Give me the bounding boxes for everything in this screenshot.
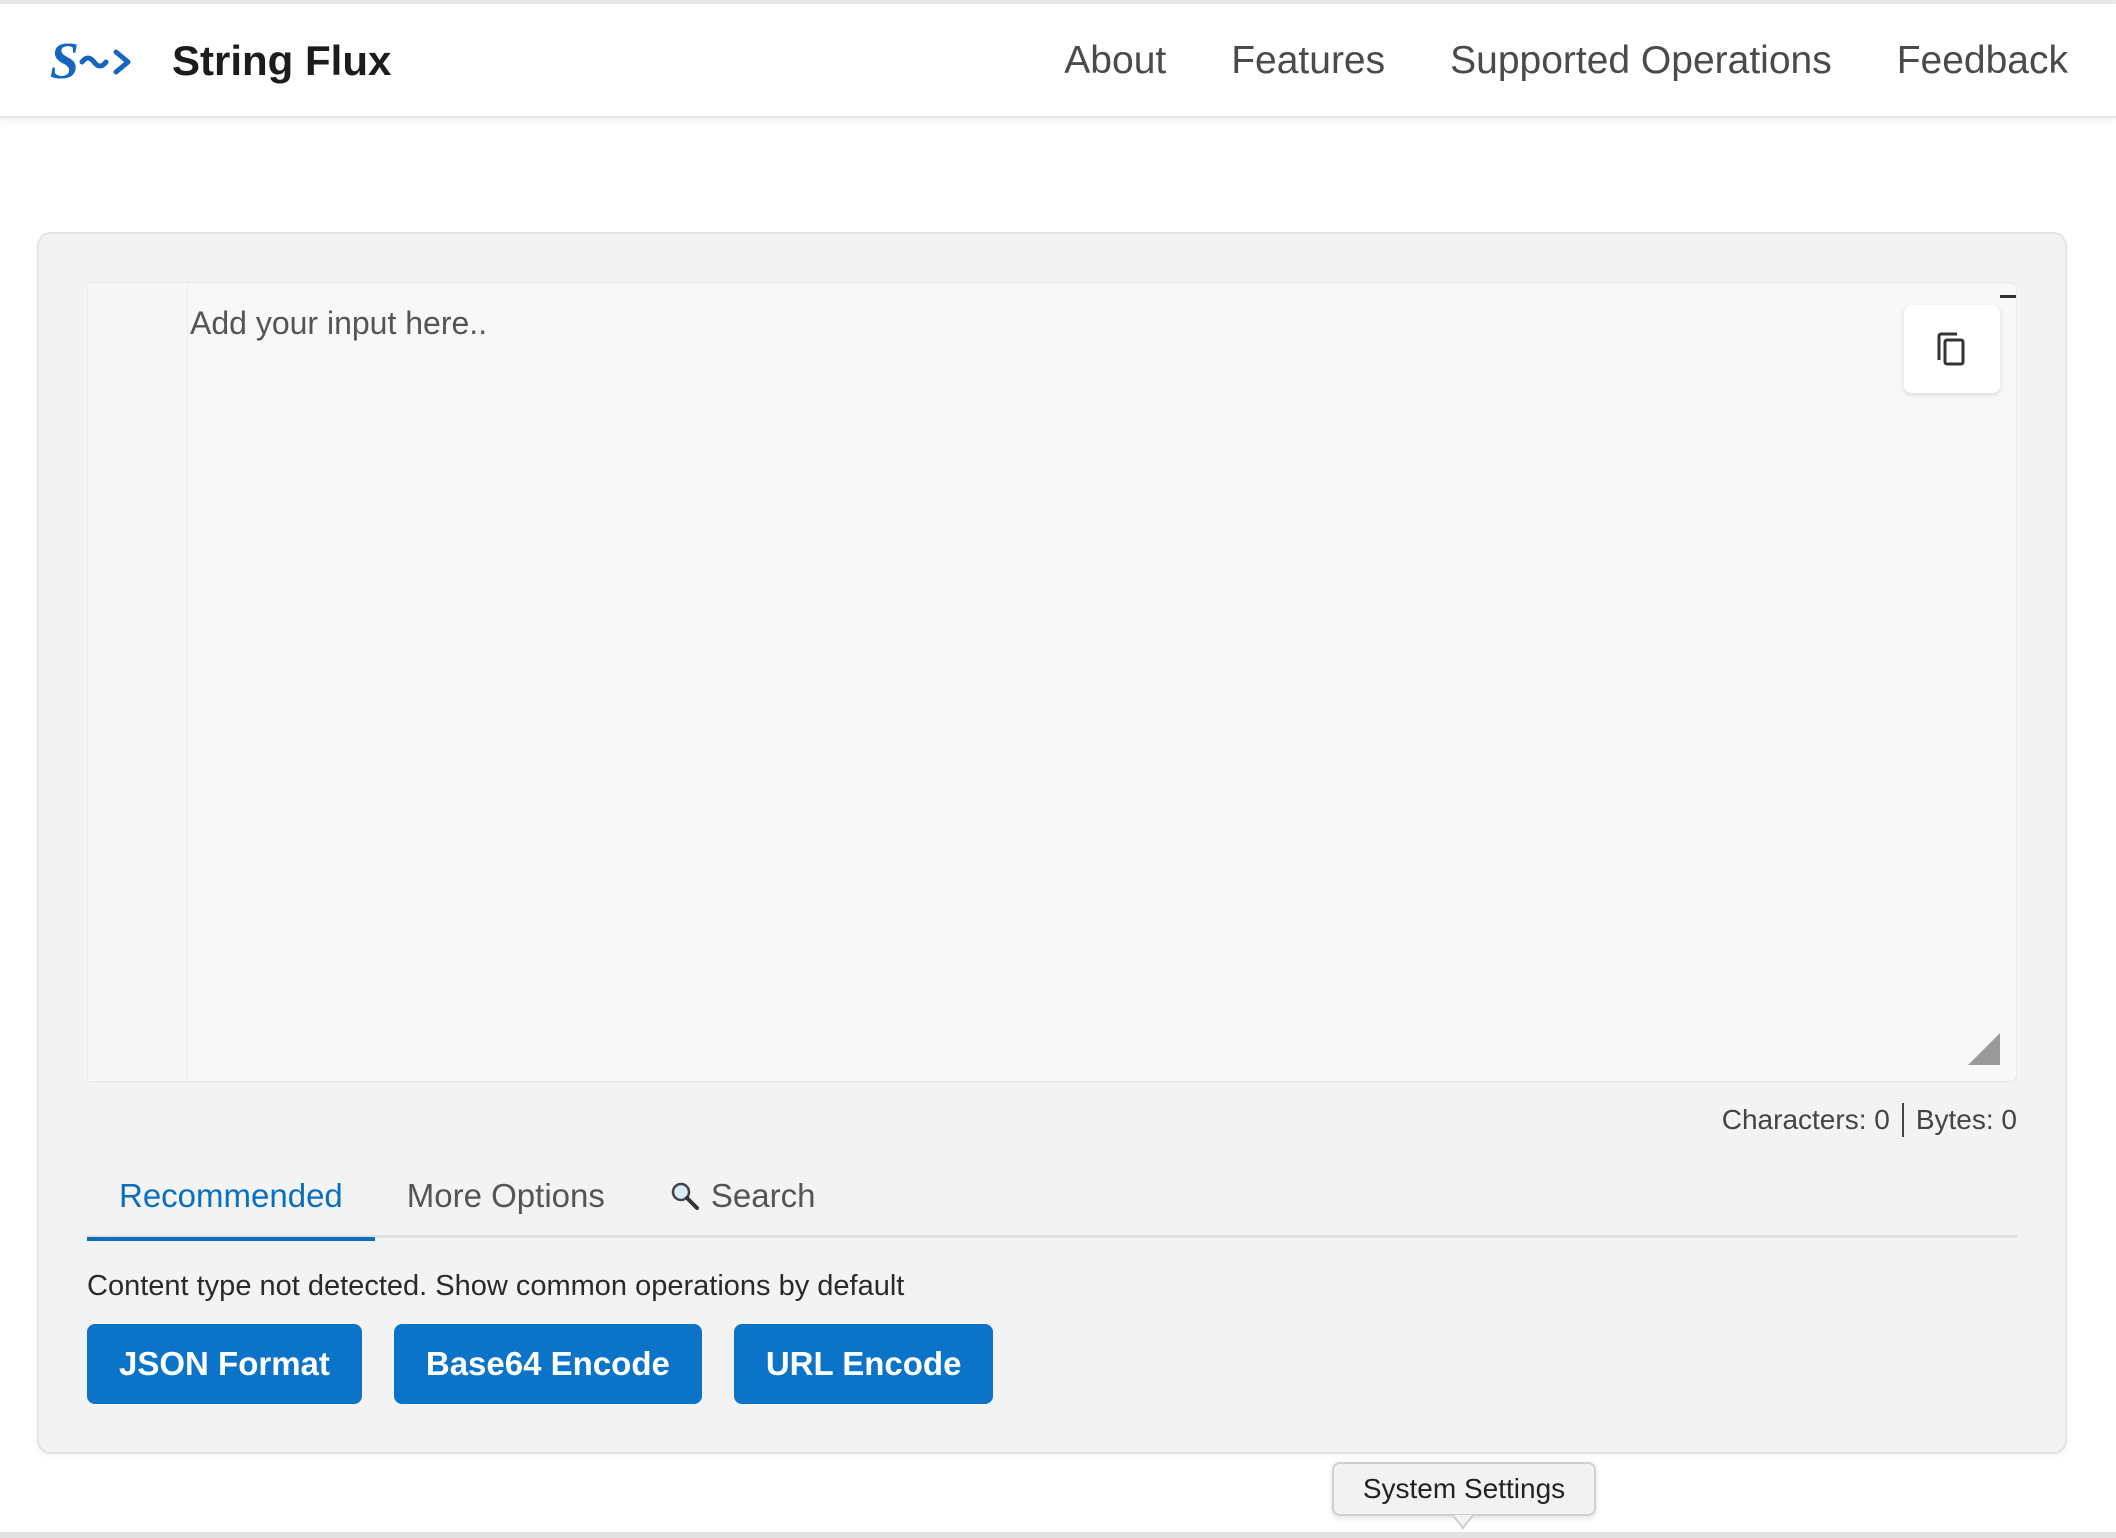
tooltip-arrow — [1452, 1514, 1474, 1530]
nav-supported-operations[interactable]: Supported Operations — [1450, 36, 1832, 86]
nav-about[interactable]: About — [1064, 36, 1166, 86]
operation-tabs: Recommended More Options Search — [87, 1154, 2017, 1241]
recommended-operations: JSON Format Base64 Encode URL Encode — [87, 1324, 994, 1404]
top-nav: About Features Supported Operations Feed… — [1064, 36, 2068, 86]
copy-icon — [1937, 332, 1965, 366]
input-editor — [87, 282, 2017, 1082]
tab-more-options[interactable]: More Options — [375, 1154, 637, 1238]
scrollbar-indicator[interactable] — [2000, 295, 2016, 298]
input-counter: Characters: 0 Bytes: 0 — [1722, 1100, 2017, 1140]
tab-recommended[interactable]: Recommended — [87, 1154, 375, 1241]
tab-search-label: Search — [710, 1177, 816, 1214]
system-settings-tooltip: System Settings — [1332, 1462, 1596, 1516]
bottom-edge — [0, 1532, 2116, 1538]
byte-count: Bytes: 0 — [1915, 1104, 2017, 1135]
app-header: S String Flux About Features Supported O… — [0, 4, 2116, 118]
tab-search[interactable]: Search — [637, 1154, 848, 1238]
svg-text:S: S — [50, 33, 79, 90]
tab-recommended-label: Recommended — [119, 1177, 343, 1214]
resize-handle-icon[interactable] — [1968, 1033, 2000, 1065]
counter-divider — [1901, 1103, 1904, 1137]
app-title[interactable]: String Flux — [172, 36, 391, 86]
json-format-button[interactable]: JSON Format — [87, 1324, 362, 1404]
input-textarea[interactable] — [188, 283, 2000, 1081]
line-gutter — [88, 283, 188, 1081]
detection-notice: Content type not detected. Show common o… — [87, 1270, 905, 1302]
nav-feedback[interactable]: Feedback — [1897, 36, 2068, 86]
base64-encode-button[interactable]: Base64 Encode — [393, 1324, 702, 1404]
magnifier-icon — [669, 1180, 701, 1212]
nav-features[interactable]: Features — [1231, 36, 1385, 86]
main-card: Characters: 0 Bytes: 0 Recommended More … — [37, 232, 2067, 1454]
page: S String Flux About Features Supported O… — [0, 0, 2116, 1538]
url-encode-button[interactable]: URL Encode — [733, 1324, 994, 1404]
string-flux-logo-icon[interactable]: S — [50, 30, 142, 90]
tab-more-options-label: More Options — [406, 1177, 605, 1214]
character-count: Characters: 0 — [1721, 1104, 1890, 1135]
copy-button[interactable] — [1904, 305, 2000, 393]
